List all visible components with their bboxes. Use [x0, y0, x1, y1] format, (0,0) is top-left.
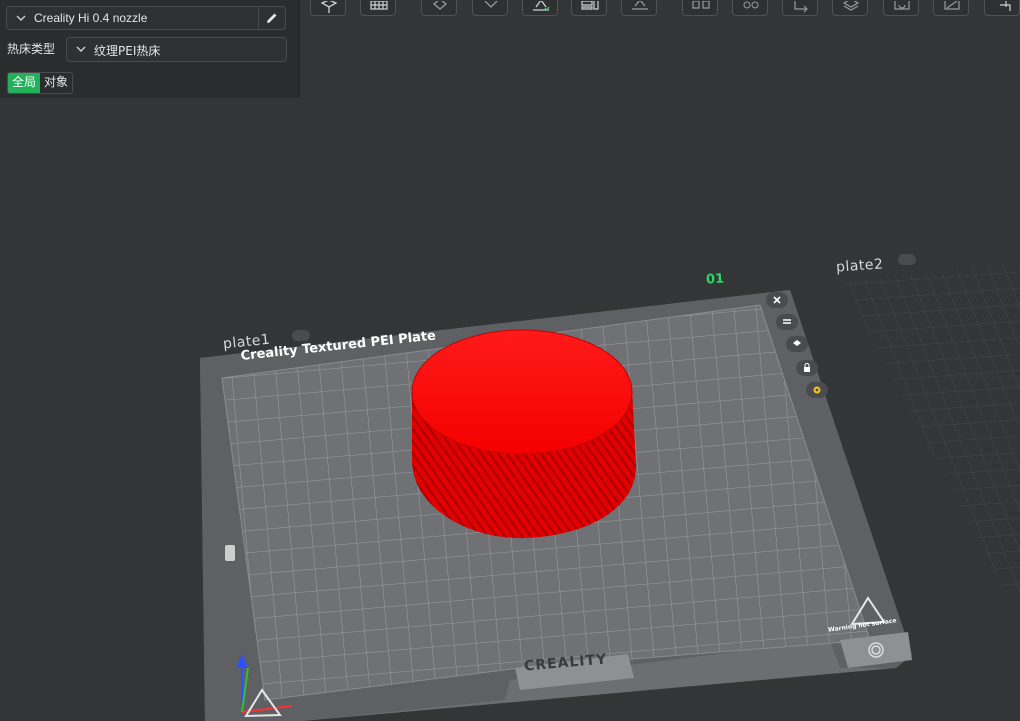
lock-plate-button[interactable]: [796, 360, 818, 376]
plate-number: 01: [705, 271, 725, 288]
delete-plate-button[interactable]: [766, 292, 788, 308]
orient-plate-button[interactable]: [786, 336, 808, 352]
arrange-plate-button[interactable]: [776, 314, 798, 330]
plate2-edit-icon[interactable]: [898, 254, 916, 265]
scene-canvas: [200, 262, 1020, 721]
plate-settings-button[interactable]: [806, 382, 828, 398]
plate1-edit-icon[interactable]: [292, 330, 310, 341]
gear-icon: [813, 386, 821, 394]
model-cylinder[interactable]: [411, 329, 636, 539]
close-icon: [773, 296, 781, 304]
plate2-label: plate2: [835, 256, 884, 276]
lock-icon: [804, 363, 810, 372]
layers-icon: [793, 340, 801, 346]
list-icon: [783, 319, 791, 324]
